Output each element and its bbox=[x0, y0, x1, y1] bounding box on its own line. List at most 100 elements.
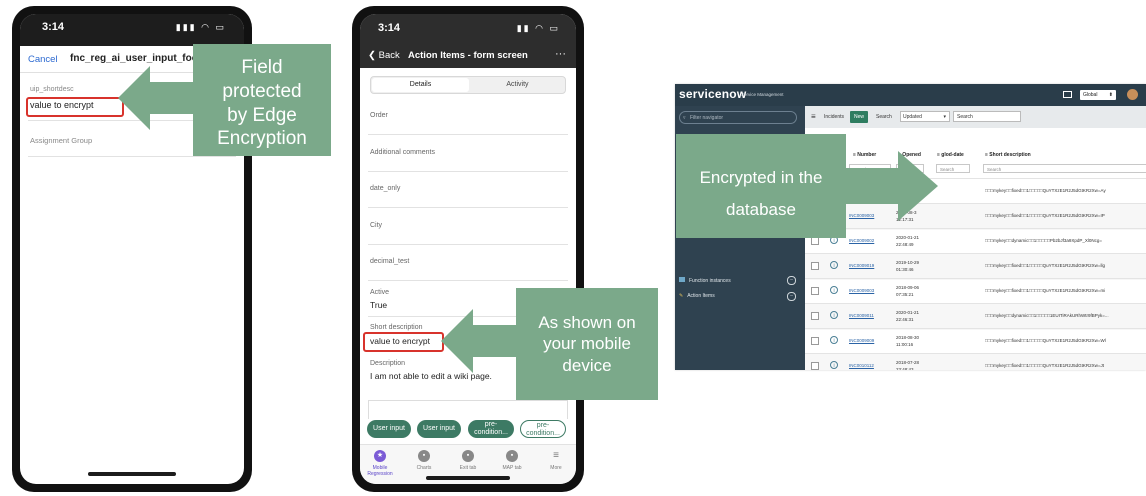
incident-number-link[interactable]: INC0009003 bbox=[849, 288, 874, 293]
row-checkbox[interactable] bbox=[811, 312, 819, 320]
opened-cell: 2019-10-29 01:30:46 bbox=[896, 260, 920, 272]
table-row[interactable]: i INC0009003 2018-09-06 07:35:21 □□□mykey□□… bbox=[805, 278, 1146, 305]
field-description-label: Description bbox=[370, 360, 406, 367]
column-short-description[interactable]: ≡ Short description bbox=[985, 152, 1031, 158]
info-icon[interactable]: i bbox=[830, 361, 838, 369]
field-order-label[interactable]: Order bbox=[370, 112, 388, 119]
scope-select[interactable]: Global ⬍ bbox=[1080, 90, 1116, 100]
incident-number-link[interactable]: INC0010112 bbox=[849, 363, 874, 368]
filter-navigator-input[interactable]: ▿ Filter navigator bbox=[679, 111, 797, 124]
incident-number-link[interactable]: INC0009002 bbox=[849, 238, 874, 243]
status-time: 3:14 bbox=[378, 22, 401, 34]
callout-line: Encryption bbox=[217, 128, 307, 150]
collapse-icon[interactable]: – bbox=[787, 292, 796, 301]
field-active-label: Active bbox=[370, 289, 390, 296]
avatar[interactable] bbox=[1127, 89, 1138, 100]
info-icon[interactable]: i bbox=[830, 286, 838, 294]
info-icon[interactable]: i bbox=[830, 311, 838, 319]
menu-icon: ≡ bbox=[553, 450, 559, 461]
opened-cell: 2020-01-21 22:46:31 bbox=[896, 310, 920, 322]
table-row[interactable]: i INC0009019 2019-10-29 01:30:46 □□□mykey□□… bbox=[805, 253, 1146, 280]
tab-details[interactable]: Details bbox=[372, 78, 469, 92]
field-label: uip_shortdesc bbox=[30, 86, 74, 93]
nav-item-function-instances[interactable]: Function instances bbox=[679, 277, 731, 284]
assignment-group-label: Assignment Group bbox=[30, 136, 93, 145]
phone-2-screen: 3:14 ▮▮ ◠ ▭ ❮ Back Action Items - form s… bbox=[360, 14, 576, 484]
row-checkbox[interactable] bbox=[811, 237, 819, 245]
tab-activity[interactable]: Activity bbox=[471, 78, 564, 92]
short-description-cell: □□□mykey□□fixed□□1□□□□□QuYTXzE1R2J5dGtKR… bbox=[985, 188, 1106, 193]
field-date-only-label[interactable]: date_only bbox=[370, 185, 400, 192]
info-icon[interactable]: i bbox=[830, 261, 838, 269]
status-icons: ▮▮▮ ◠ ▭ bbox=[175, 22, 226, 32]
field-short-description-value[interactable]: value to encrypt bbox=[370, 336, 430, 346]
info-icon[interactable]: i bbox=[830, 336, 838, 344]
collapse-icon[interactable]: – bbox=[787, 276, 796, 285]
row-checkbox[interactable] bbox=[811, 362, 819, 370]
user-input-button[interactable]: User input bbox=[417, 420, 461, 438]
column-search-input[interactable]: Search bbox=[983, 164, 1146, 173]
exit-icon: ▪ bbox=[462, 450, 474, 462]
precondition-button[interactable]: pre-condition... bbox=[468, 420, 514, 438]
arrow-left-icon bbox=[118, 66, 194, 130]
more-options-icon[interactable]: ··· bbox=[555, 48, 566, 60]
row-checkbox[interactable] bbox=[811, 337, 819, 345]
field-city-label[interactable]: City bbox=[370, 222, 382, 229]
field-additional-comments-label[interactable]: Additional comments bbox=[370, 149, 435, 156]
cancel-button[interactable]: Cancel bbox=[28, 54, 58, 65]
list-search-input[interactable]: Search bbox=[953, 111, 1021, 122]
menu-icon[interactable]: ≡ bbox=[811, 112, 816, 121]
new-button[interactable]: New bbox=[850, 111, 868, 123]
search-field-value: Updated bbox=[903, 114, 922, 120]
callout-edge-encryption: Field protected by Edge Encryption bbox=[193, 44, 331, 156]
callout-line: database bbox=[726, 200, 796, 220]
callout-line: protected bbox=[222, 80, 302, 102]
search-field-select[interactable]: Updated ▾ bbox=[900, 111, 950, 122]
table-row[interactable]: i INC0009011 2020-01-21 22:46:31 □□□mykey□□… bbox=[805, 303, 1146, 330]
incident-number-link[interactable]: INC0009019 bbox=[849, 263, 874, 268]
column-search-input[interactable]: Search bbox=[936, 164, 970, 173]
tab-charts[interactable]: ▪ Charts bbox=[404, 450, 444, 471]
precondition-button[interactable]: pre-condition... bbox=[520, 420, 566, 438]
tab-exit[interactable]: ▪ Exit tab bbox=[448, 450, 488, 471]
chart-icon: ▪ bbox=[418, 450, 430, 462]
row-checkbox[interactable] bbox=[811, 262, 819, 270]
tab-more[interactable]: ≡ More bbox=[536, 450, 576, 471]
field-decimal-test-label[interactable]: decimal_test bbox=[370, 258, 409, 265]
scope-label: Global bbox=[1083, 92, 1098, 98]
nav-item-action-items[interactable]: ✎ Action Items bbox=[679, 293, 715, 299]
chevron-left-icon: ❮ bbox=[368, 50, 376, 61]
description-textarea[interactable] bbox=[368, 400, 568, 419]
field-short-description-label: Short description bbox=[370, 324, 423, 331]
back-button[interactable]: ❮ Back bbox=[368, 50, 400, 61]
sn-list: ≡ Incidents New Search Updated ▾ Search ≡… bbox=[805, 106, 1146, 370]
encrypted-field-input[interactable]: value to encrypt bbox=[30, 100, 94, 110]
search-label: Search bbox=[876, 114, 892, 120]
table-row[interactable]: i INC0009009 2018-08-30 11:00:16 □□□mykey□□… bbox=[805, 328, 1146, 355]
arrow-left-icon bbox=[441, 309, 517, 373]
column-glod-date[interactable]: ≡ glod-date bbox=[937, 152, 964, 158]
divider bbox=[368, 134, 568, 135]
short-description-cell: □□□mykey□□fixed□□1□□□□□QuYTXzE1R2J5dGtKR… bbox=[985, 338, 1106, 343]
field-active-value[interactable]: True bbox=[370, 300, 387, 310]
row-checkbox[interactable] bbox=[811, 287, 819, 295]
chat-icon[interactable] bbox=[1063, 91, 1072, 98]
segmented-control: Details Activity bbox=[370, 76, 566, 94]
callout-line: Encrypted in the bbox=[699, 168, 823, 187]
divider bbox=[368, 207, 568, 208]
callout-line: Field bbox=[241, 57, 283, 78]
list-title: Incidents bbox=[824, 114, 845, 120]
table-row[interactable]: i INC0010112 2018-07-28 23:48:43 □□□mykey□□… bbox=[805, 353, 1146, 370]
table-row[interactable]: i INC0009002 2020-01-21 22:48:49 □□□mykey□□… bbox=[805, 228, 1146, 255]
user-input-button[interactable]: User input bbox=[367, 420, 411, 438]
short-description-cell: □□□mykey□□dynamic□□1□□□□□Pb2bJf3a9XpdP_X… bbox=[985, 238, 1103, 243]
incident-number-link[interactable]: INC0009009 bbox=[849, 338, 874, 343]
callout-line: by Edge bbox=[227, 104, 297, 126]
nav-bar: ❮ Back Action Items - form screen ··· bbox=[360, 44, 576, 68]
opened-cell: 2018-08-30 11:00:16 bbox=[896, 335, 920, 347]
tab-mobile-regression[interactable]: ★ Mobile Regression bbox=[360, 450, 400, 477]
incident-number-link[interactable]: INC0009011 bbox=[849, 313, 874, 318]
callout-mobile-device: As shown on your mobile device bbox=[516, 288, 658, 400]
tab-map[interactable]: ▪ MAP tab bbox=[492, 450, 532, 471]
chevron-down-icon: ▾ bbox=[943, 114, 946, 120]
